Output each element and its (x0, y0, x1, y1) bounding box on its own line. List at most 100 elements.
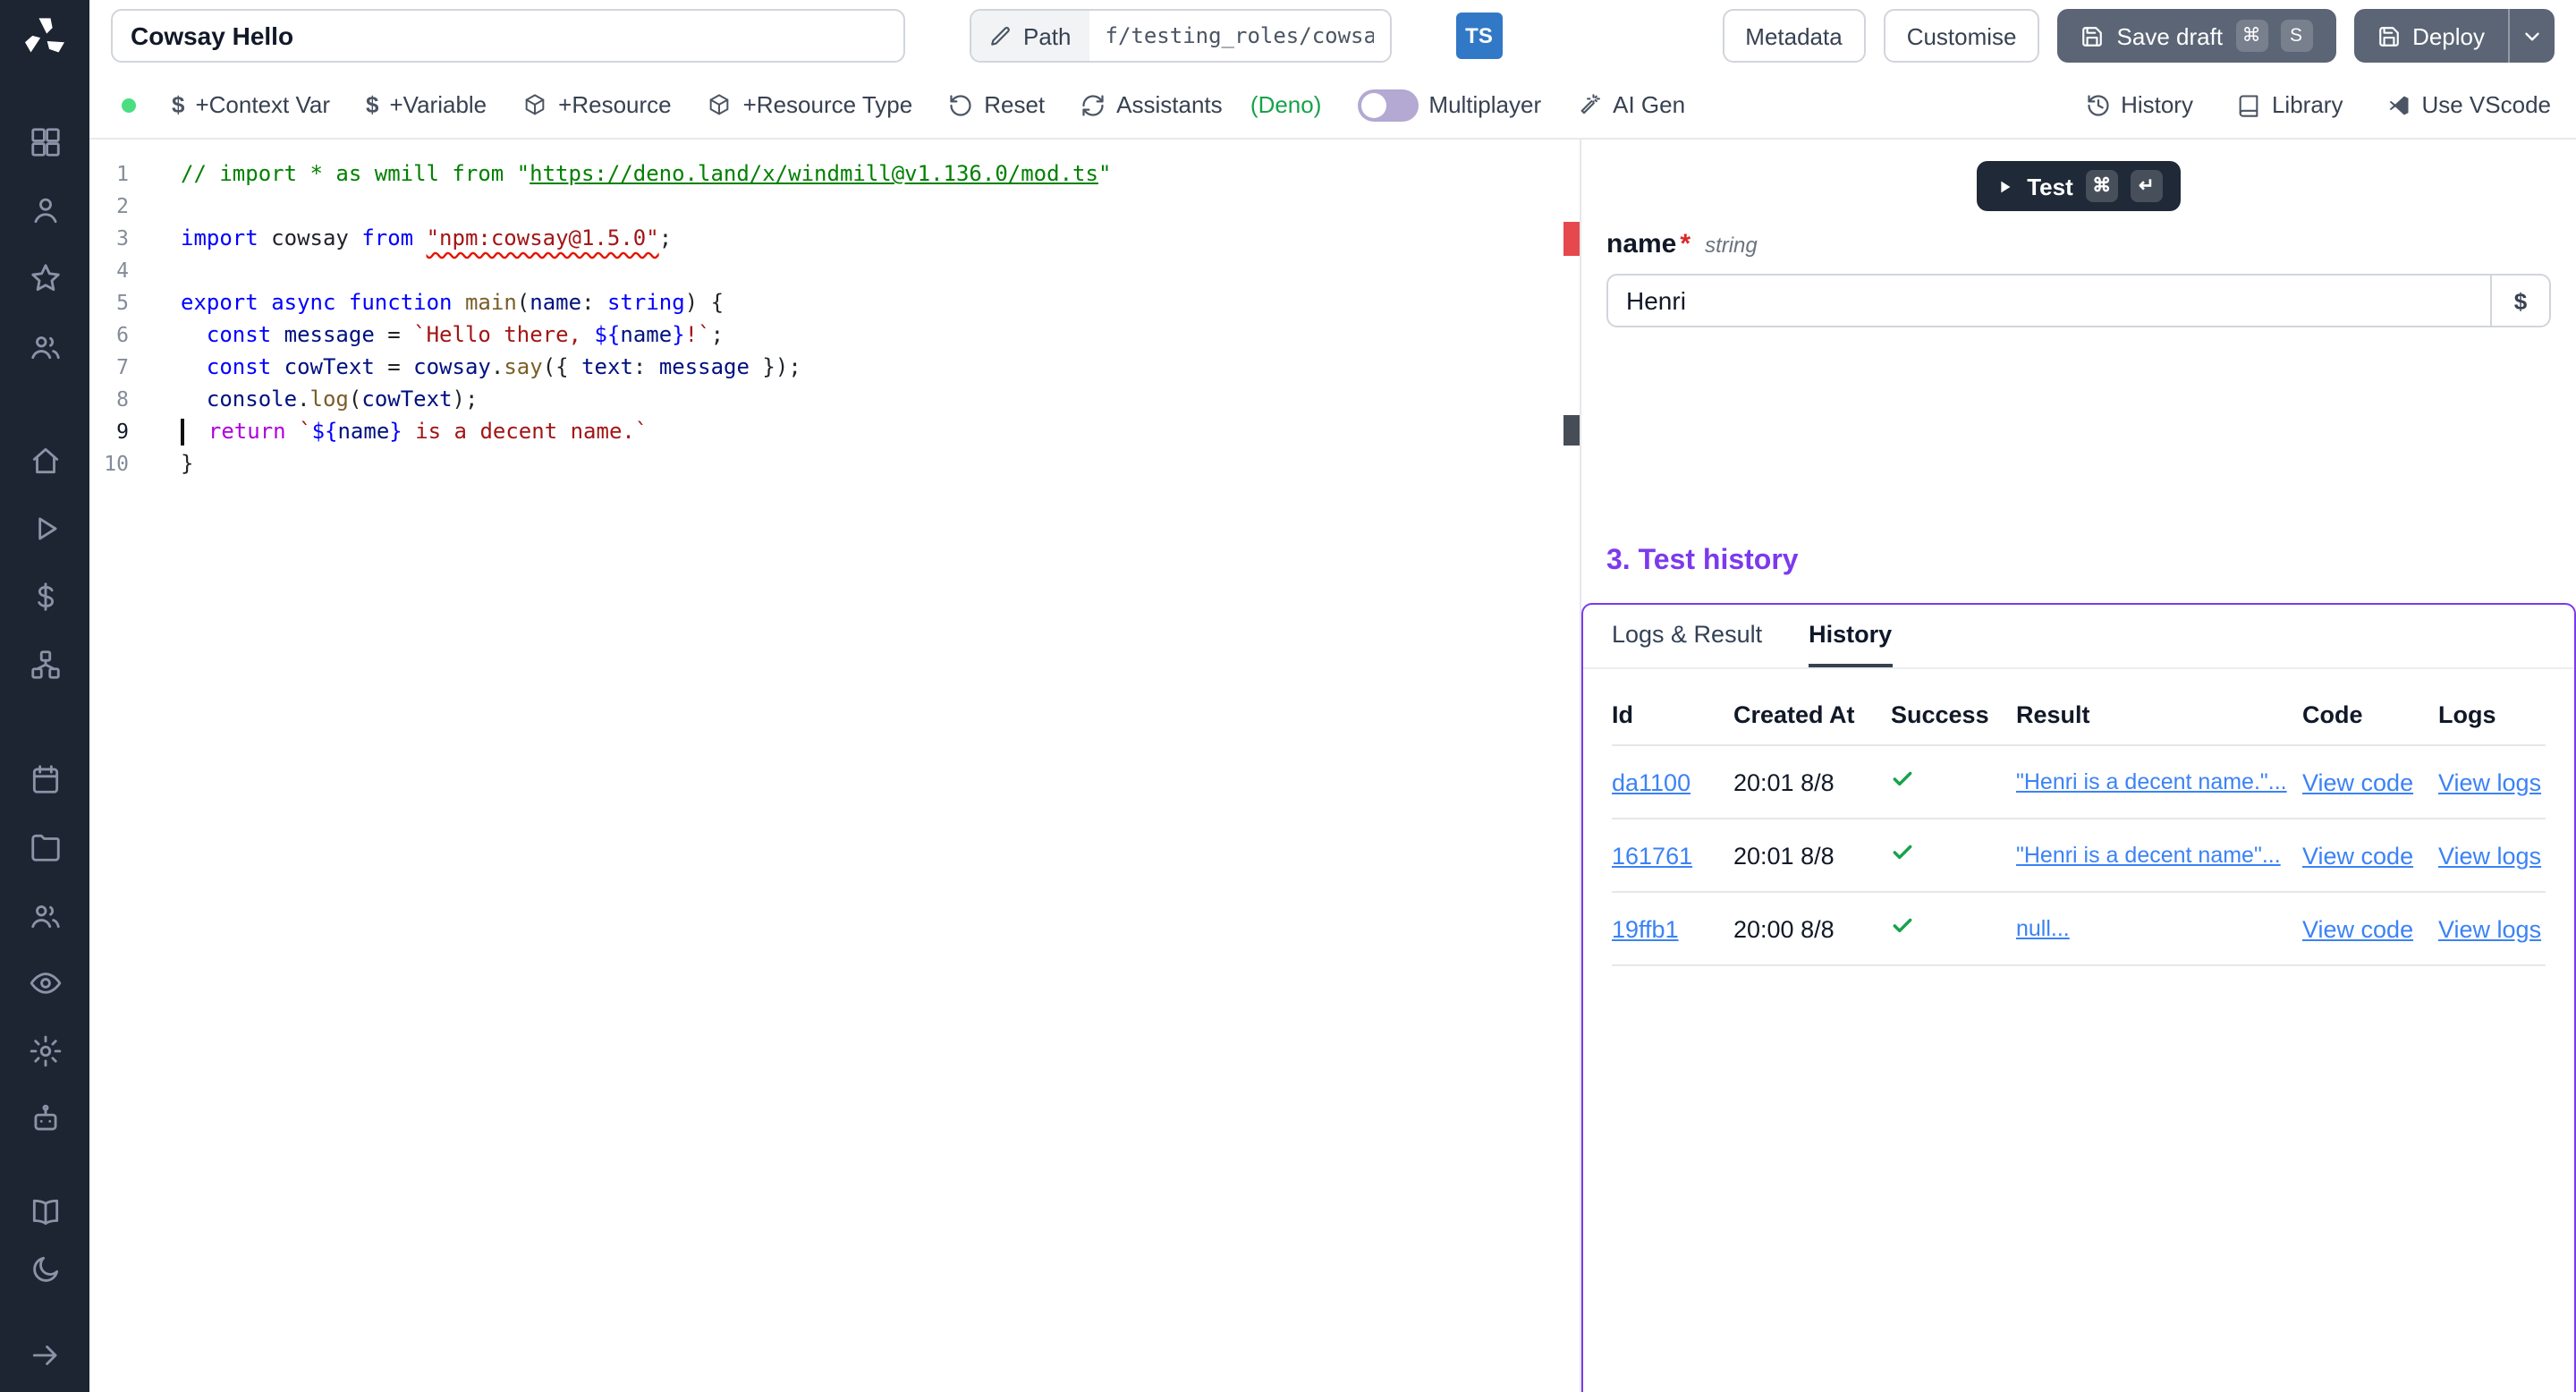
success-check-icon (1891, 819, 2016, 892)
script-name-input[interactable] (111, 9, 905, 63)
test-button[interactable]: Test ⌘ ↵ (1977, 161, 2181, 211)
run-id-link[interactable]: 19ffb1 (1612, 892, 1733, 965)
vscode-icon (2385, 92, 2411, 117)
team-icon[interactable] (25, 326, 64, 365)
code-line[interactable]: return `${name} is a decent name.` (181, 415, 1558, 447)
sidebar-group-top (25, 122, 64, 365)
saved-status-dot (122, 98, 136, 112)
use-vscode-button[interactable]: Use VScode (2385, 91, 2551, 118)
expand-sidebar-arrow-icon[interactable] (25, 1335, 64, 1374)
view-code-link[interactable]: View code (2302, 892, 2438, 965)
windmill-logo-icon[interactable] (21, 14, 68, 61)
col-header-logs: Logs (2438, 683, 2546, 745)
variables-dollar-icon[interactable] (25, 576, 64, 615)
view-logs-link[interactable]: View logs (2438, 745, 2546, 819)
code-line[interactable]: export async function main(name: string)… (181, 286, 1558, 318)
add-resource-button[interactable]: +Resource (522, 91, 671, 118)
resources-icon[interactable] (25, 644, 64, 683)
customise-button[interactable]: Customise (1884, 9, 2040, 63)
line-number: 8 (89, 383, 129, 415)
schedules-calendar-icon[interactable] (25, 759, 64, 798)
add-variable-button[interactable]: $+Variable (366, 91, 487, 118)
view-logs-link[interactable]: View logs (2438, 892, 2546, 965)
view-logs-link[interactable]: View logs (2438, 819, 2546, 892)
assistants-button[interactable]: Assistants (Deno) (1080, 91, 1321, 118)
sidebar-group-bottom (25, 1192, 64, 1374)
deploy-label: Deploy (2412, 22, 2485, 49)
reset-button[interactable]: Reset (948, 91, 1045, 118)
code-editor[interactable]: 12345678910 // import * as wmill from "h… (89, 140, 1580, 1392)
path-label: Path (1023, 22, 1072, 49)
editor-code[interactable]: // import * as wmill from "https://deno.… (181, 157, 1558, 480)
dollar-icon: $ (366, 91, 378, 118)
rotate-ccw-icon (948, 92, 973, 117)
toggle-knob (1360, 92, 1385, 117)
code-line[interactable]: // import * as wmill from "https://deno.… (181, 157, 1558, 190)
user-icon[interactable] (25, 190, 64, 229)
resource-label: +Resource (558, 91, 671, 118)
history-table: IdCreated AtSuccessResultCodeLogs da1100… (1612, 683, 2546, 966)
run-id-link[interactable]: da1100 (1612, 745, 1733, 819)
cmd-key-badge: ⌘ (2235, 20, 2267, 52)
code-line[interactable]: const message = `Hello there, ${name}!`; (181, 318, 1558, 351)
star-icon[interactable] (25, 258, 64, 297)
groups-icon[interactable] (25, 895, 64, 934)
history-row: da110020:01 8/8"Henri is a decent name."… (1612, 745, 2546, 819)
code-line[interactable]: import cowsay from "npm:cowsay@1.5.0"; (181, 222, 1558, 254)
code-line[interactable]: console.log(cowText); (181, 383, 1558, 415)
metadata-button[interactable]: Metadata (1722, 9, 1865, 63)
right-panel: Test ⌘ ↵ name* string $ 3. Test history … (1580, 140, 2576, 1392)
history-label: History (2121, 91, 2193, 118)
deploy-button[interactable]: Deploy (2353, 9, 2508, 63)
folders-icon[interactable] (25, 827, 64, 866)
tab-logs-result[interactable]: Logs & Result (1612, 605, 1762, 667)
ai-gen-label: AI Gen (1613, 91, 1685, 118)
deploy-options-button[interactable] (2508, 9, 2555, 63)
cube-icon (708, 92, 733, 117)
add-context-var-button[interactable]: $+Context Var (172, 91, 330, 118)
result-link[interactable]: "Henri is a decent name"... (2016, 819, 2302, 892)
history-clock-icon (2085, 92, 2110, 117)
workers-robot-icon[interactable] (25, 1099, 64, 1138)
view-code-link[interactable]: View code (2302, 745, 2438, 819)
library-button[interactable]: Library (2236, 91, 2343, 118)
add-resource-type-button[interactable]: +Resource Type (708, 91, 913, 118)
path-value-input[interactable] (1089, 11, 1390, 61)
content: 12345678910 // import * as wmill from "h… (89, 140, 2576, 1392)
code-line[interactable]: const cowText = cowsay.say({ text: messa… (181, 351, 1558, 383)
result-link[interactable]: null... (2016, 892, 2302, 965)
wand-icon (1577, 92, 1602, 117)
line-number: 10 (89, 447, 129, 480)
theme-moon-icon[interactable] (25, 1249, 64, 1288)
save-draft-button[interactable]: Save draft ⌘ S (2058, 9, 2336, 63)
code-line[interactable] (181, 254, 1558, 286)
line-number: 5 (89, 286, 129, 318)
arg-name-input[interactable] (1606, 274, 2490, 327)
code-line[interactable]: } (181, 447, 1558, 480)
play-icon (1995, 176, 2014, 196)
raw-json-toggle-button[interactable]: $ (2490, 274, 2551, 327)
tab-history[interactable]: History (1809, 605, 1892, 667)
arg-input-row: $ (1606, 274, 2551, 327)
settings-gear-icon[interactable] (25, 1031, 64, 1070)
col-header-created-at: Created At (1733, 683, 1891, 745)
topbar: Path TS Metadata Customise Save draft ⌘ … (89, 0, 2576, 72)
audit-eye-icon[interactable] (25, 963, 64, 1002)
run-id-link[interactable]: 161761 (1612, 819, 1733, 892)
history-button[interactable]: History (2085, 91, 2193, 118)
line-number: 2 (89, 190, 129, 222)
code-line[interactable] (181, 190, 1558, 222)
path-edit-button[interactable]: Path (971, 11, 1089, 61)
refresh-icon (1080, 92, 1106, 117)
home-icon[interactable] (25, 440, 64, 480)
view-code-link[interactable]: View code (2302, 819, 2438, 892)
chevron-down-icon (2521, 24, 2544, 47)
docs-book-icon[interactable] (25, 1192, 64, 1231)
runs-play-icon[interactable] (25, 508, 64, 547)
result-link[interactable]: "Henri is a decent name."... (2016, 745, 2302, 819)
multiplayer-toggle[interactable] (1357, 89, 1418, 121)
test-history-title: 3. Test history (1606, 546, 2551, 578)
ai-gen-button[interactable]: AI Gen (1577, 91, 1685, 118)
grid-icon[interactable] (25, 122, 64, 161)
line-number: 6 (89, 318, 129, 351)
